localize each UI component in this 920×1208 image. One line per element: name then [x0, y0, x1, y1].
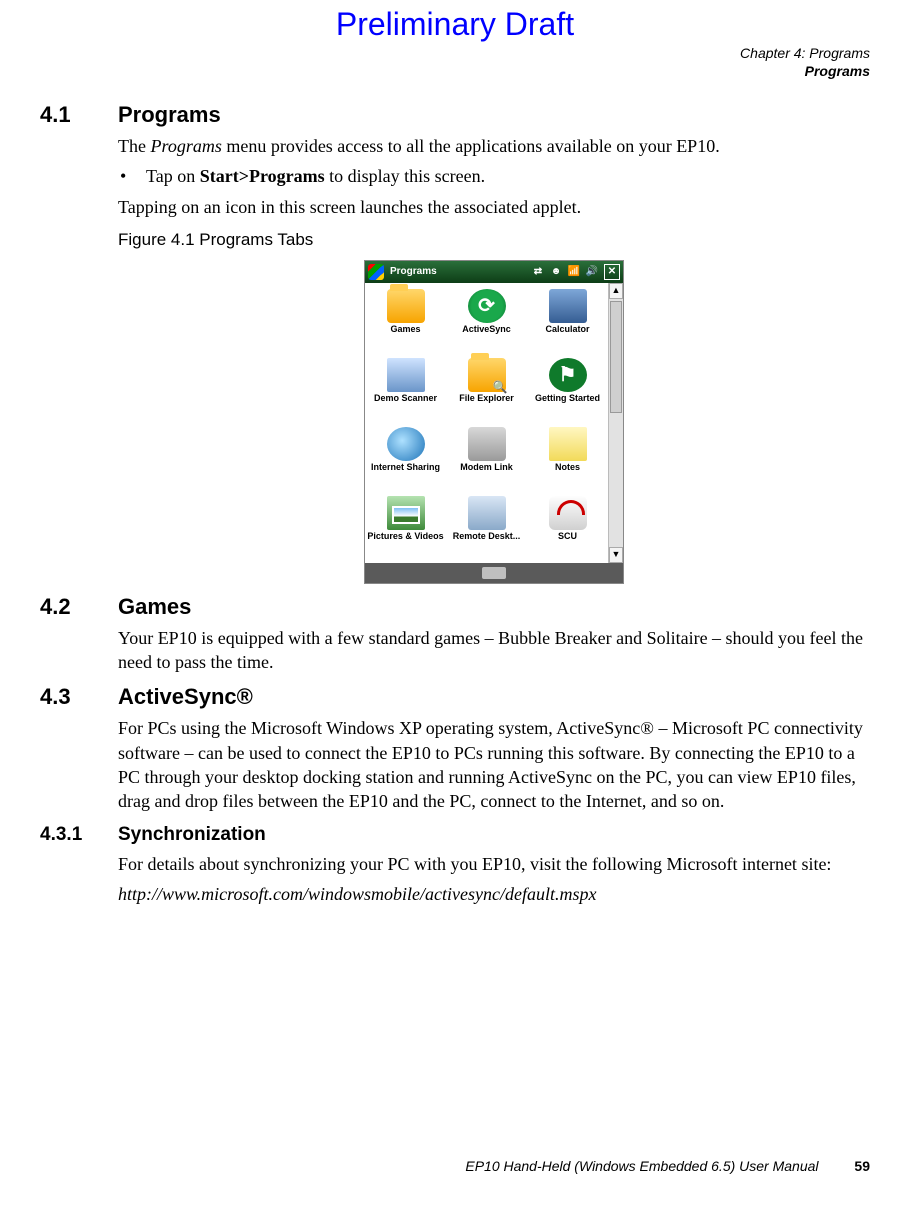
app-modem-link[interactable]: Modem Link — [446, 425, 527, 494]
signal-icon[interactable]: 📶 — [567, 265, 581, 279]
heading-title: ActiveSync® — [118, 684, 253, 710]
scroll-thumb[interactable] — [610, 301, 622, 413]
page-header: Chapter 4: Programs Programs — [40, 45, 870, 80]
scrollbar[interactable]: ▲ ▼ — [608, 283, 623, 563]
start-icon[interactable] — [368, 264, 384, 280]
app-scu[interactable]: SCU — [527, 494, 608, 563]
app-label: Getting Started — [535, 394, 600, 416]
app-label: Games — [390, 325, 420, 347]
heading-4-2: 4.2 Games — [40, 594, 870, 620]
keyboard-icon[interactable] — [482, 567, 506, 579]
app-label: Demo Scanner — [374, 394, 437, 416]
app-label: Notes — [555, 463, 580, 485]
text: menu provides access to all the applicat… — [222, 136, 720, 156]
text: Tap on — [146, 166, 200, 186]
heading-title: Programs — [118, 102, 221, 128]
window-title: Programs — [390, 265, 437, 279]
app-label: File Explorer — [459, 394, 514, 416]
remote-desktop-icon — [468, 496, 506, 530]
close-icon[interactable]: ✕ — [604, 264, 620, 280]
flag-icon: ⚑ — [549, 358, 587, 392]
app-grid: Games ⟳ActiveSync Calculator Demo Scanne… — [365, 283, 608, 563]
app-activesync[interactable]: ⟳ActiveSync — [446, 287, 527, 356]
notes-icon — [549, 427, 587, 461]
calculator-icon — [549, 289, 587, 323]
paragraph: The Programs menu provides access to all… — [118, 134, 870, 158]
app-label: SCU — [558, 532, 577, 554]
text-italic: Programs — [150, 136, 221, 156]
app-file-explorer[interactable]: File Explorer — [446, 356, 527, 425]
paragraph: For details about synchronizing your PC … — [118, 852, 870, 876]
app-label: Pictures & Videos — [367, 532, 443, 554]
programs-screenshot: Programs ⇄ ☻ 📶 🔊 ✕ Games ⟳ActiveSync Cal… — [364, 260, 624, 584]
section-label: Programs — [40, 63, 870, 81]
sync-icon: ⟳ — [468, 289, 506, 323]
watermark: Preliminary Draft — [40, 0, 870, 45]
phone-icon — [468, 427, 506, 461]
scroll-up-icon[interactable]: ▲ — [609, 283, 623, 299]
page-footer: EP10 Hand-Held (Windows Embedded 6.5) Us… — [465, 1158, 870, 1174]
text: The — [118, 136, 150, 156]
bullet-dot: • — [118, 164, 146, 188]
heading-number: 4.3 — [40, 684, 118, 710]
heading-number: 4.1 — [40, 102, 118, 128]
app-internet-sharing[interactable]: Internet Sharing — [365, 425, 446, 494]
connection-icon[interactable]: ⇄ — [531, 265, 545, 279]
scanner-icon — [387, 358, 425, 392]
app-demo-scanner[interactable]: Demo Scanner — [365, 356, 446, 425]
volume-icon[interactable]: 🔊 — [585, 265, 599, 279]
picture-icon — [387, 496, 425, 530]
chapter-label: Chapter 4: Programs — [40, 45, 870, 63]
figure-caption: Figure 4.1 Programs Tabs — [118, 229, 870, 252]
heading-4-1: 4.1 Programs — [40, 102, 870, 128]
manual-title: EP10 Hand-Held (Windows Embedded 6.5) Us… — [465, 1158, 818, 1174]
app-remote-desktop[interactable]: Remote Deskt... — [446, 494, 527, 563]
paragraph: For PCs using the Microsoft Windows XP o… — [118, 716, 870, 813]
scroll-track[interactable] — [609, 299, 623, 547]
globe-icon — [387, 427, 425, 461]
text: to display this screen. — [325, 166, 485, 186]
paragraph: Tapping on an icon in this screen launch… — [118, 195, 870, 219]
folder-search-icon — [468, 358, 506, 392]
paragraph: Your EP10 is equipped with a few standar… — [118, 626, 870, 675]
device-titlebar: Programs ⇄ ☻ 📶 🔊 ✕ — [365, 261, 623, 283]
app-games[interactable]: Games — [365, 287, 446, 356]
page-number: 59 — [854, 1158, 870, 1174]
heading-title: Games — [118, 594, 191, 620]
heading-4-3-1: 4.3.1 Synchronization — [40, 824, 870, 846]
heading-4-3: 4.3 ActiveSync® — [40, 684, 870, 710]
app-label: ActiveSync — [462, 325, 511, 347]
app-label: Calculator — [545, 325, 589, 347]
scroll-down-icon[interactable]: ▼ — [609, 547, 623, 563]
profile-icon[interactable]: ☻ — [549, 265, 563, 279]
heading-title: Synchronization — [118, 824, 266, 846]
app-label: Modem Link — [460, 463, 513, 485]
folder-icon — [387, 289, 425, 323]
bullet-item: • Tap on Start>Programs to display this … — [118, 164, 870, 188]
app-label: Remote Deskt... — [453, 532, 521, 554]
wifi-icon — [549, 496, 587, 530]
heading-number: 4.2 — [40, 594, 118, 620]
app-getting-started[interactable]: ⚑Getting Started — [527, 356, 608, 425]
device-bottombar — [365, 563, 623, 583]
app-notes[interactable]: Notes — [527, 425, 608, 494]
app-pictures-videos[interactable]: Pictures & Videos — [365, 494, 446, 563]
app-label: Internet Sharing — [371, 463, 440, 485]
heading-number: 4.3.1 — [40, 824, 118, 846]
url-text: http://www.microsoft.com/windowsmobile/a… — [118, 882, 870, 906]
app-calculator[interactable]: Calculator — [527, 287, 608, 356]
text-bold: Start>Programs — [200, 166, 325, 186]
